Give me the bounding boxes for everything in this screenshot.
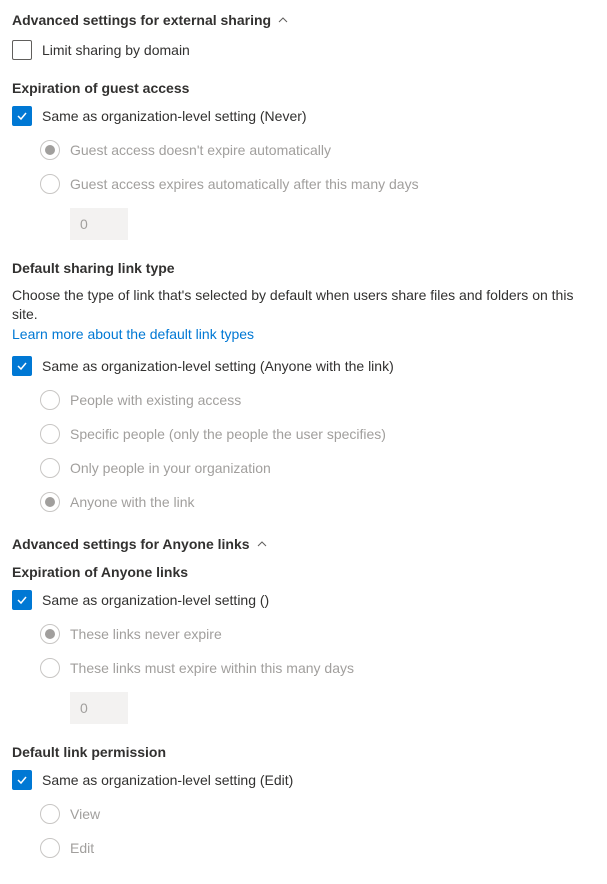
anyone-days-radio	[40, 658, 60, 678]
anyone-links-title: Advanced settings for Anyone links	[12, 536, 250, 552]
anyone-days-label: These links must expire within this many…	[70, 660, 354, 676]
learn-more-link[interactable]: Learn more about the default link types	[12, 326, 254, 342]
external-sharing-title: Advanced settings for external sharing	[12, 12, 271, 28]
linktype-same-as-org-label: Same as organization-level setting (Anyo…	[42, 358, 394, 374]
guest-never-radio	[40, 140, 60, 160]
linktype-existing-label: People with existing access	[70, 392, 241, 408]
limit-domain-checkbox[interactable]	[12, 40, 32, 60]
default-permission-heading: Default link permission	[12, 744, 595, 760]
guest-days-radio	[40, 174, 60, 194]
linktype-anyone-radio	[40, 492, 60, 512]
guest-never-label: Guest access doesn't expire automaticall…	[70, 142, 331, 158]
linktype-same-as-org-checkbox[interactable]	[12, 356, 32, 376]
guest-same-as-org-label: Same as organization-level setting (Neve…	[42, 108, 307, 124]
anyone-links-header[interactable]: Advanced settings for Anyone links	[12, 536, 595, 552]
linktype-org-radio	[40, 458, 60, 478]
linktype-org-label: Only people in your organization	[70, 460, 271, 476]
external-sharing-header[interactable]: Advanced settings for external sharing	[12, 12, 595, 28]
limit-domain-label: Limit sharing by domain	[42, 42, 190, 58]
permission-view-radio	[40, 804, 60, 824]
anyone-same-as-org-checkbox[interactable]	[12, 590, 32, 610]
anyone-never-radio	[40, 624, 60, 644]
guest-days-label: Guest access expires automatically after…	[70, 176, 419, 192]
permission-same-as-org-label: Same as organization-level setting (Edit…	[42, 772, 293, 788]
anyone-same-as-org-label: Same as organization-level setting ()	[42, 592, 269, 608]
anyone-never-label: These links never expire	[70, 626, 222, 642]
permission-edit-label: Edit	[70, 840, 94, 856]
permission-edit-radio	[40, 838, 60, 858]
linktype-existing-radio	[40, 390, 60, 410]
permission-same-as-org-checkbox[interactable]	[12, 770, 32, 790]
linktype-anyone-label: Anyone with the link	[70, 494, 195, 510]
default-link-type-description: Choose the type of link that's selected …	[12, 286, 595, 324]
linktype-specific-label: Specific people (only the people the use…	[70, 426, 386, 442]
chevron-up-icon	[277, 14, 289, 26]
guest-same-as-org-checkbox[interactable]	[12, 106, 32, 126]
default-link-type-heading: Default sharing link type	[12, 260, 595, 276]
anyone-days-input: 0	[70, 692, 128, 724]
anyone-expiration-heading: Expiration of Anyone links	[12, 564, 595, 580]
permission-view-label: View	[70, 806, 100, 822]
guest-expiration-heading: Expiration of guest access	[12, 80, 595, 96]
chevron-up-icon	[256, 538, 268, 550]
guest-days-input: 0	[70, 208, 128, 240]
linktype-specific-radio	[40, 424, 60, 444]
